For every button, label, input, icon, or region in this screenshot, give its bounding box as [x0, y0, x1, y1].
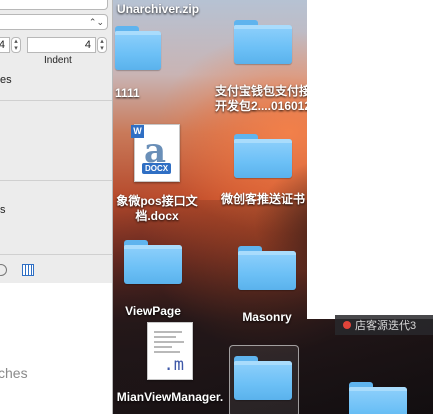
desktop-item-label: MianViewManager.	[116, 390, 224, 404]
tab-width-field[interactable]: 4	[0, 37, 10, 53]
desktop-item-label-line1: 象微pos接口文	[116, 194, 198, 208]
desktop-item-label-line2: 档.docx	[135, 209, 179, 223]
truncated-option-label: s	[0, 204, 6, 216]
folder-icon	[234, 356, 292, 400]
source-file-icon: .m	[147, 322, 193, 380]
section-divider	[0, 254, 112, 255]
folder-icon	[349, 382, 407, 414]
desktop-file-docx[interactable]: W a DOCX 象微pos接口文 档.docx	[113, 124, 207, 224]
desktop-folder-viewpage[interactable]: ViewPage	[113, 240, 193, 319]
desktop-item-label: ViewPage	[125, 304, 181, 318]
desktop-item-label-line2: 开发包2....016012	[214, 99, 312, 113]
indent-label: Indent	[44, 55, 72, 66]
popup-button-second[interactable]: ⌃⌄	[0, 14, 108, 30]
tab-width-value: 4	[0, 39, 5, 51]
docx-tag: DOCX	[142, 163, 172, 174]
grid-icon[interactable]	[22, 264, 34, 276]
folder-icon	[234, 20, 292, 64]
library-pane: ches	[0, 283, 112, 414]
section-divider	[0, 180, 112, 181]
desktop-item-label: Unarchiver.zip	[117, 2, 200, 16]
desktop-item-label: 微创客推送证书	[220, 192, 305, 206]
desktop-item-label: 1111	[115, 86, 140, 100]
library-truncated-text: ches	[0, 365, 28, 381]
truncated-option-label: es	[0, 74, 12, 86]
desktop-folder-1111[interactable]: 1111	[113, 26, 161, 101]
docx-file-icon: W a DOCX	[131, 124, 180, 182]
circle-icon[interactable]	[0, 264, 7, 276]
desktop-folder-alipay[interactable]: 支付宝钱包支付接 开发包2....016012	[205, 20, 321, 114]
indent-value: 4	[84, 39, 91, 51]
indent-stepper[interactable]: ▴ ▾	[97, 37, 107, 53]
red-status-dot	[343, 321, 351, 329]
popup-button-top[interactable]	[0, 0, 108, 10]
folder-icon	[238, 246, 296, 290]
section-divider	[0, 100, 112, 101]
desktop-folder-bottom-right[interactable]	[345, 382, 411, 414]
desktop-folder-masonry[interactable]: Masonry	[217, 246, 317, 325]
word-badge: W	[131, 125, 144, 138]
overlapping-window[interactable]	[307, 0, 433, 319]
xcode-inspector-panel: ⌃⌄ 4 ▴▾ 4 ▴▾ Indent es s ches	[0, 0, 113, 414]
folder-icon	[234, 134, 292, 178]
window-title-strip[interactable]: 店客源迭代3	[335, 315, 433, 335]
desktop-folder-certificates[interactable]: 微创客推送证书	[213, 134, 313, 207]
desktop-file-mianviewmanager[interactable]: .m MianViewManager.	[113, 322, 233, 405]
folder-icon	[115, 26, 161, 70]
folder-icon	[124, 240, 182, 284]
m-file-letter: .m	[163, 355, 184, 375]
strip-text: 店客源迭代3	[355, 320, 417, 332]
indent-field[interactable]: 4	[27, 37, 96, 53]
chevron-updown-icon: ⌃⌄	[88, 17, 104, 27]
desktop-item-label-line1: 支付宝钱包支付接	[214, 84, 311, 98]
desktop-item-unarchiver[interactable]: Unarchiver.zip	[113, 2, 213, 17]
desktop-folder-selected[interactable]	[233, 356, 293, 400]
tab-width-stepper[interactable]: ▴ ▾	[11, 37, 21, 53]
